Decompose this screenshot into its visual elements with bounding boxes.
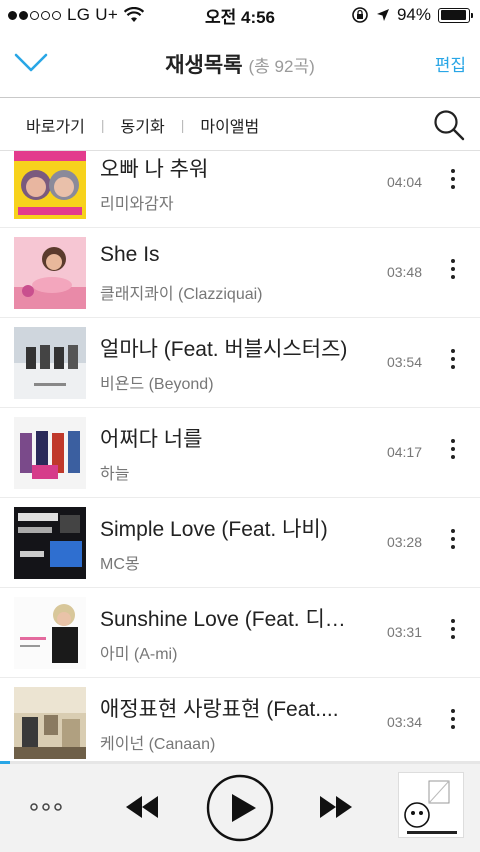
song-artist: MC몽 [100, 556, 140, 573]
more-options-icon[interactable] [448, 165, 458, 201]
song-list[interactable]: 오빠 나 추워 리미와감자 04:04 She Is 클래지콰이 (Clazzi… [0, 151, 480, 762]
mini-player [0, 764, 480, 852]
song-duration: 03:34 [386, 714, 422, 730]
page-title: 재생목록 (총 92곡) [0, 30, 480, 98]
more-options-icon[interactable] [448, 255, 458, 291]
now-playing-album-art[interactable] [398, 772, 464, 838]
song-artist: 케이넌 (Canaan) [100, 736, 216, 753]
song-duration: 04:04 [386, 174, 422, 190]
album-art [14, 687, 86, 759]
song-artist: 아미 (A-mi) [100, 646, 178, 663]
more-icon[interactable] [30, 802, 62, 812]
song-artist: 비욘드 (Beyond) [100, 376, 214, 393]
album-art [14, 507, 86, 579]
song-row[interactable]: Simple Love (Feat. 나비) MC몽 03:28 [0, 498, 480, 588]
album-art [14, 151, 86, 219]
location-arrow-icon [376, 9, 389, 21]
more-options-icon[interactable] [448, 345, 458, 381]
more-options-icon[interactable] [448, 435, 458, 471]
song-title: 오빠 나 추워 [100, 158, 209, 181]
song-title: Sunshine Love (Feat. 디… [100, 608, 346, 631]
more-options-icon[interactable] [448, 615, 458, 651]
song-artist: 클래지콰이 (Clazziquai) [100, 286, 263, 303]
album-art [14, 237, 86, 309]
tab-divider: | [180, 116, 185, 133]
edit-button[interactable]: 편집 [435, 51, 466, 76]
nav-header: 재생목록 (총 92곡) 편집 [0, 30, 480, 98]
wifi-icon [124, 7, 145, 22]
song-duration: 03:28 [386, 534, 422, 550]
rotation-lock-icon [352, 7, 368, 23]
search-icon[interactable] [432, 108, 466, 142]
song-row[interactable]: 얼마나 (Feat. 버블시스터즈) 비욘드 (Beyond) 03:54 [0, 318, 480, 408]
album-art [14, 327, 86, 399]
song-duration: 03:54 [386, 354, 422, 370]
tab-shortcut[interactable]: 바로가기 [26, 113, 85, 137]
signal-strength-icon [8, 10, 61, 20]
song-title: She Is [100, 243, 160, 266]
next-track-icon[interactable] [318, 794, 354, 820]
song-row[interactable]: 애정표현 사랑표현 (Feat.... 케이넌 (Canaan) 03:34 [0, 678, 480, 762]
song-duration: 03:31 [386, 624, 422, 640]
album-art [14, 597, 86, 669]
battery-percent: 94% [396, 5, 431, 24]
song-row[interactable]: 어쩌다 너를 하늘 04:17 [0, 408, 480, 498]
tab-my-album[interactable]: 마이앨범 [200, 113, 259, 137]
status-bar: LG U+ 오전 4:56 94% [0, 0, 480, 30]
song-duration: 03:48 [386, 264, 422, 280]
chevron-down-icon[interactable] [14, 52, 48, 74]
song-title: 어쩌다 너를 [100, 428, 203, 451]
more-options-icon[interactable] [448, 525, 458, 561]
shortcut-bar: 바로가기 | 동기화 | 마이앨범 [0, 99, 480, 151]
album-art [14, 417, 86, 489]
track-count: (총 92곡) [248, 56, 315, 76]
song-title: Simple Love (Feat. 나비) [100, 518, 328, 541]
song-title: 애정표현 사랑표현 (Feat.... [100, 698, 339, 721]
song-row[interactable]: She Is 클래지콰이 (Clazziquai) 03:48 [0, 228, 480, 318]
tab-divider: | [100, 116, 105, 133]
more-options-icon[interactable] [448, 705, 458, 741]
previous-track-icon[interactable] [124, 794, 160, 820]
song-artist: 하늘 [100, 466, 130, 483]
song-duration: 04:17 [386, 444, 422, 460]
playlist-title: 재생목록 [165, 54, 243, 77]
play-button[interactable] [206, 774, 274, 842]
battery-icon [438, 7, 473, 23]
song-row[interactable]: 오빠 나 추워 리미와감자 04:04 [0, 151, 480, 228]
tab-sync[interactable]: 동기화 [121, 113, 165, 137]
song-title: 얼마나 (Feat. 버블시스터즈) [100, 338, 348, 361]
carrier-label: LG U+ [67, 5, 119, 24]
song-artist: 리미와감자 [100, 196, 174, 213]
song-row[interactable]: Sunshine Love (Feat. 디… 아미 (A-mi) 03:31 [0, 588, 480, 678]
